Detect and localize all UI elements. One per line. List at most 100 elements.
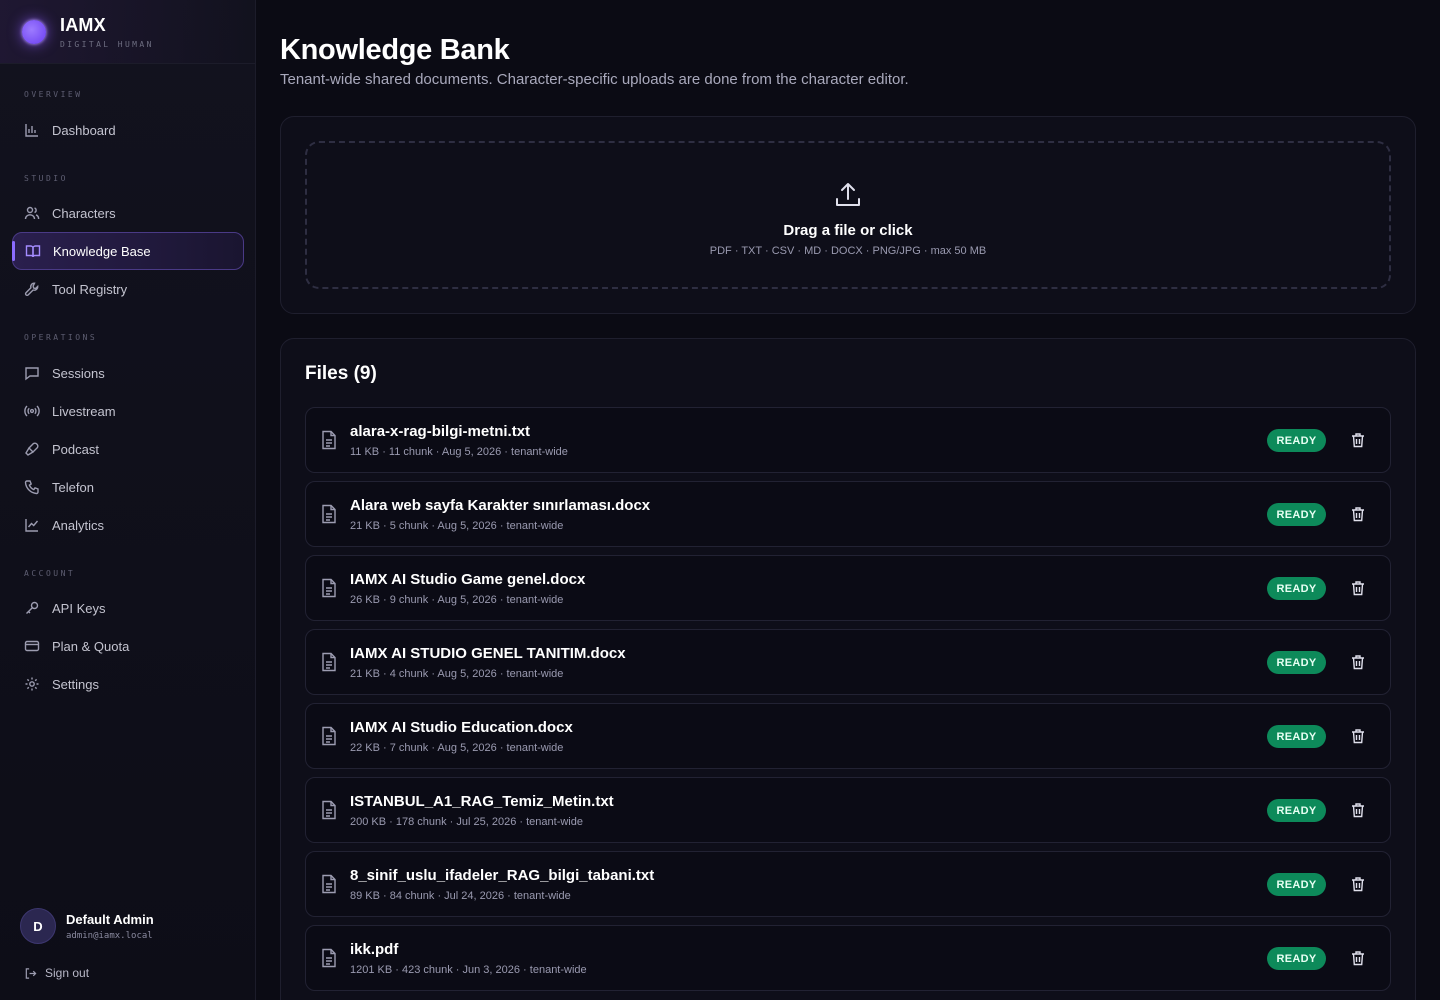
sidebar-item-label: Plan & Quota [52, 638, 130, 654]
trash-icon [1352, 729, 1364, 744]
sign-out-label: Sign out [45, 966, 90, 980]
status-badge: READY [1267, 947, 1326, 970]
file-name: ikk.pdf [350, 941, 399, 958]
document-icon [320, 800, 338, 820]
sidebar-item-label: Settings [52, 676, 99, 692]
trash-icon [1352, 877, 1364, 892]
trash-icon [1352, 803, 1364, 818]
sidebar-item-label: Tool Registry [52, 281, 128, 297]
document-icon [320, 948, 338, 968]
document-icon [320, 726, 338, 746]
sidebar-item-plan-quota[interactable]: Plan & Quota [12, 627, 244, 665]
sidebar-item-sessions[interactable]: Sessions [12, 354, 244, 392]
document-icon [320, 504, 338, 524]
file-name: 8_sinif_uslu_ifadeler_RAG_bilgi_tabani.t… [350, 867, 655, 884]
delete-file-button[interactable] [1350, 654, 1366, 670]
delete-file-button[interactable] [1350, 876, 1366, 892]
file-name: IAMX AI STUDIO GENEL TANITIM.docx [350, 645, 626, 662]
wrench-icon [24, 281, 40, 297]
sidebar-item-label: Podcast [52, 441, 99, 457]
trash-icon [1352, 433, 1364, 448]
sidebar-item-api-keys[interactable]: API Keys [12, 589, 244, 627]
delete-file-button[interactable] [1350, 802, 1366, 818]
user-name: Default Admin [66, 911, 154, 927]
document-icon [320, 430, 338, 450]
page-subtitle: Tenant-wide shared documents. Character-… [280, 71, 909, 88]
nav-section-studio: STUDIO [24, 174, 68, 183]
nav-section-overview: OVERVIEW [24, 90, 83, 99]
file-row[interactable]: IAMX AI Studio Game genel.docx 26 KB · 9… [305, 555, 1391, 621]
trash-icon [1352, 581, 1364, 596]
status-badge: READY [1267, 651, 1326, 674]
users-icon [24, 205, 40, 221]
user-profile[interactable]: D Default Admin admin@iamx.local [20, 908, 154, 944]
credit-card-icon [24, 638, 40, 654]
status-badge: READY [1267, 799, 1326, 822]
dropzone-title: Drag a file or click [783, 221, 913, 239]
file-row[interactable]: Alara web sayfa Karakter sınırlaması.doc… [305, 481, 1391, 547]
sign-out-icon [24, 967, 37, 980]
status-badge: READY [1267, 503, 1326, 526]
gear-icon [24, 676, 40, 692]
trash-icon [1352, 655, 1364, 670]
upload-card: Drag a file or click PDF · TXT · CSV · M… [280, 116, 1416, 314]
sidebar-item-label: Characters [52, 205, 116, 221]
file-meta: 1201 KB · 423 chunk · Jun 3, 2026 · tena… [350, 964, 587, 976]
sidebar-item-label: Knowledge Base [53, 243, 151, 259]
file-meta: 22 KB · 7 chunk · Aug 5, 2026 · tenant-w… [350, 742, 564, 754]
sign-out-button[interactable]: Sign out [24, 966, 89, 980]
status-badge: READY [1267, 873, 1326, 896]
brand-logo-icon [22, 19, 46, 44]
sidebar-item-settings[interactable]: Settings [12, 665, 244, 703]
file-meta: 21 KB · 5 chunk · Aug 5, 2026 · tenant-w… [350, 520, 564, 532]
delete-file-button[interactable] [1350, 728, 1366, 744]
sidebar-item-telefon[interactable]: Telefon [12, 468, 244, 506]
file-meta: 26 KB · 9 chunk · Aug 5, 2026 · tenant-w… [350, 594, 564, 606]
trash-icon [1352, 951, 1364, 966]
sidebar-item-label: Telefon [52, 479, 94, 495]
delete-file-button[interactable] [1350, 506, 1366, 522]
key-icon [24, 600, 40, 616]
files-title: Files (9) [305, 363, 377, 384]
chat-icon [24, 365, 40, 381]
sidebar-item-characters[interactable]: Characters [12, 194, 244, 232]
document-icon [320, 578, 338, 598]
file-row[interactable]: ikk.pdf 1201 KB · 423 chunk · Jun 3, 202… [305, 925, 1391, 991]
sidebar-item-dashboard[interactable]: Dashboard [12, 111, 244, 149]
file-meta: 21 KB · 4 chunk · Aug 5, 2026 · tenant-w… [350, 668, 564, 680]
page-title: Knowledge Bank [280, 34, 510, 66]
file-row[interactable]: IAMX AI STUDIO GENEL TANITIM.docx 21 KB … [305, 629, 1391, 695]
file-row[interactable]: IAMX AI Studio Education.docx 22 KB · 7 … [305, 703, 1391, 769]
sidebar-item-knowledge-base[interactable]: Knowledge Base [12, 232, 244, 270]
file-meta: 11 KB · 11 chunk · Aug 5, 2026 · tenant-… [350, 446, 568, 458]
delete-file-button[interactable] [1350, 432, 1366, 448]
delete-file-button[interactable] [1350, 950, 1366, 966]
avatar: D [20, 908, 56, 944]
brand-tagline: DIGITAL HUMAN [60, 39, 154, 49]
phone-icon [24, 479, 40, 495]
sidebar-item-label: Analytics [52, 517, 105, 533]
line-chart-icon [24, 517, 40, 533]
file-row[interactable]: 8_sinif_uslu_ifadeler_RAG_bilgi_tabani.t… [305, 851, 1391, 917]
status-badge: READY [1267, 577, 1326, 600]
document-icon [320, 652, 338, 672]
sidebar-item-analytics[interactable]: Analytics [12, 506, 244, 544]
file-row[interactable]: alara-x-rag-bilgi-metni.txt 11 KB · 11 c… [305, 407, 1391, 473]
file-name: IAMX AI Studio Education.docx [350, 719, 573, 736]
sidebar-item-tool-registry[interactable]: Tool Registry [12, 270, 244, 308]
file-row[interactable]: ISTANBUL_A1_RAG_Temiz_Metin.txt 200 KB ·… [305, 777, 1391, 843]
broadcast-icon [24, 403, 40, 419]
status-badge: READY [1267, 429, 1326, 452]
dropzone-hint: PDF · TXT · CSV · MD · DOCX · PNG/JPG · … [709, 244, 987, 257]
sidebar-item-livestream[interactable]: Livestream [12, 392, 244, 430]
sidebar: IAMX DIGITAL HUMAN OVERVIEW Dashboard ST… [0, 0, 256, 1000]
sidebar-item-label: Dashboard [52, 122, 116, 138]
file-dropzone[interactable]: Drag a file or click PDF · TXT · CSV · M… [305, 141, 1391, 289]
delete-file-button[interactable] [1350, 580, 1366, 596]
microphone-icon [24, 441, 40, 457]
brand[interactable]: IAMX DIGITAL HUMAN [0, 0, 255, 64]
file-name: IAMX AI Studio Game genel.docx [350, 571, 586, 588]
sidebar-item-podcast[interactable]: Podcast [12, 430, 244, 468]
nav-section-operations: OPERATIONS [24, 333, 98, 342]
brand-name: IAMX [60, 14, 106, 35]
